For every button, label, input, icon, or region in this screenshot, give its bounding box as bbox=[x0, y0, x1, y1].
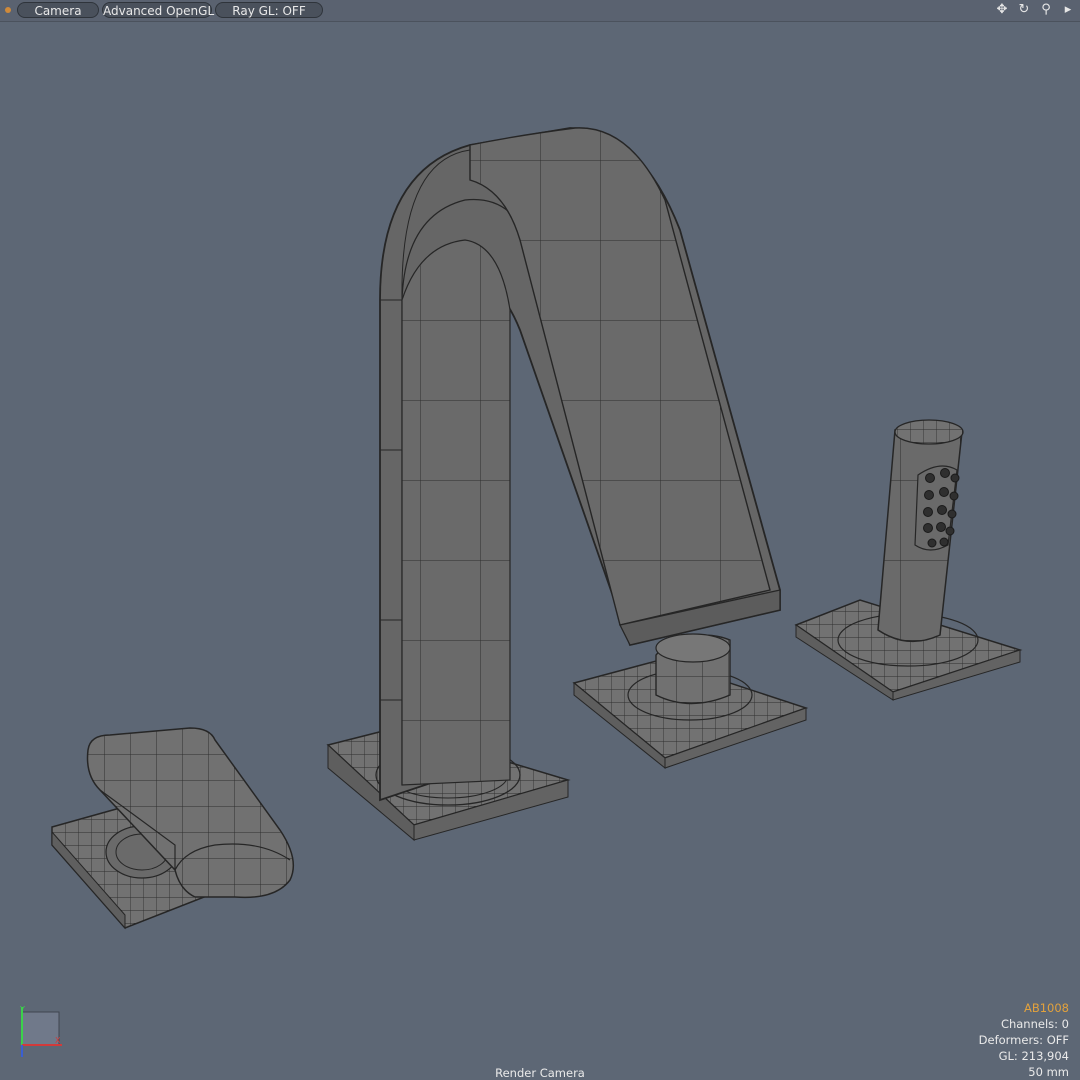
channels-readout: Channels: 0 bbox=[1000, 1017, 1069, 1031]
3d-viewport[interactable]: Camera Advanced OpenGL Ray GL: OFF ✥ ↻ ⚲… bbox=[0, 0, 1080, 1080]
axis-y-label: Y bbox=[19, 1005, 25, 1014]
shading-mode-button[interactable]: Advanced OpenGL bbox=[102, 2, 214, 18]
axis-x-label: X bbox=[55, 1036, 61, 1045]
expand-arrow-icon[interactable]: ▸ bbox=[1060, 2, 1076, 18]
lever-handle-mesh[interactable] bbox=[51, 727, 295, 930]
hand-shower-mesh[interactable] bbox=[794, 419, 1023, 701]
camera-name-label: Render Camera bbox=[495, 1066, 585, 1080]
camera-button[interactable]: Camera bbox=[17, 2, 99, 18]
axis-gizmo: Y X bbox=[19, 1005, 62, 1057]
item-name-label: AB1008 bbox=[1023, 1001, 1069, 1015]
viewport-toolbar: Camera Advanced OpenGL Ray GL: OFF ✥ ↻ ⚲… bbox=[0, 0, 1080, 22]
gl-poly-count: GL: 213,904 bbox=[998, 1049, 1069, 1063]
move-icon[interactable]: ✥ bbox=[994, 2, 1010, 18]
scene-canvas[interactable] bbox=[0, 0, 1080, 1080]
deformers-readout: Deformers: OFF bbox=[978, 1033, 1069, 1047]
rotate-icon[interactable]: ↻ bbox=[1016, 2, 1032, 18]
zoom-icon[interactable]: ⚲ bbox=[1038, 2, 1054, 18]
ray-gl-button[interactable]: Ray GL: OFF bbox=[215, 2, 323, 18]
diverter-mesh[interactable] bbox=[572, 633, 809, 770]
viewport-menu-dot-icon[interactable] bbox=[5, 7, 11, 13]
